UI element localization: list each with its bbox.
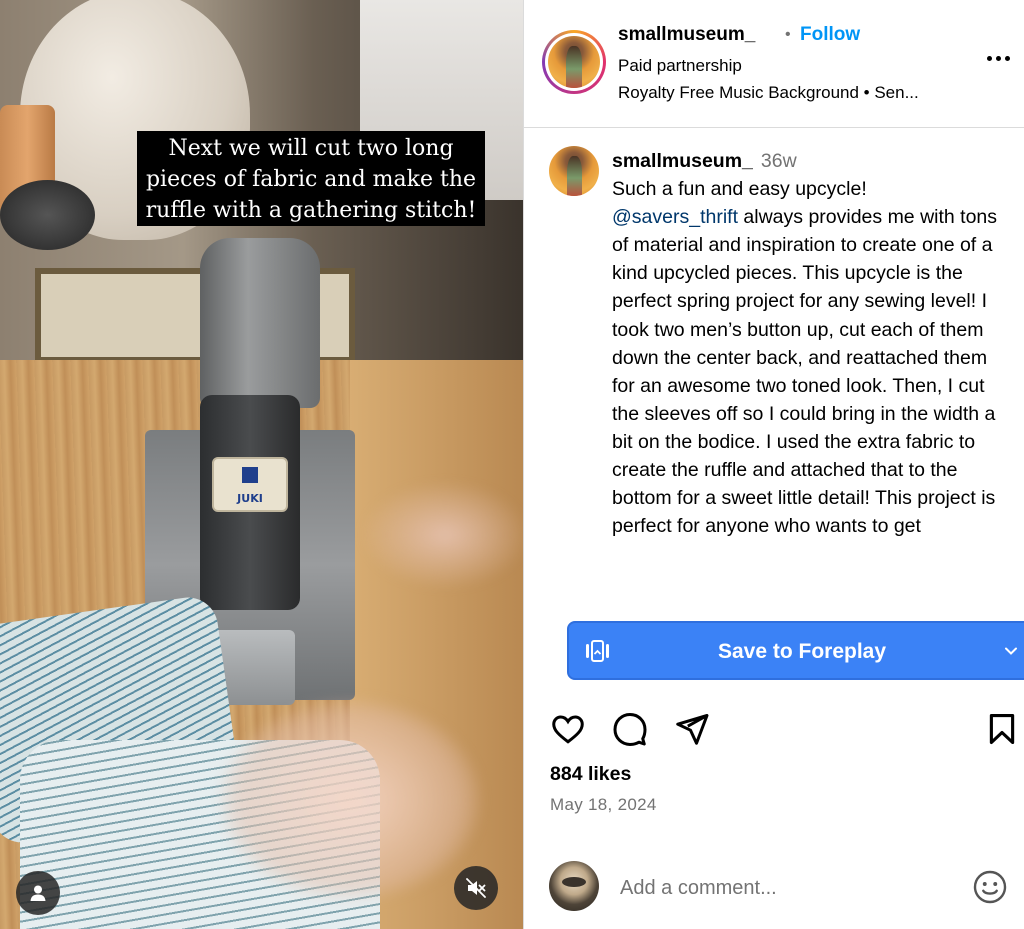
tagged-users-button[interactable]: [16, 871, 60, 915]
machine-badge-text: JUKI: [236, 492, 263, 505]
caption-mention-link[interactable]: @savers_thrift: [612, 206, 738, 228]
comment-icon: [613, 712, 647, 746]
music-attribution[interactable]: Royalty Free Music Background • Sen...: [618, 83, 919, 103]
comment-button[interactable]: [610, 709, 650, 749]
share-button[interactable]: [672, 709, 712, 749]
reel-video[interactable]: JUKI Next we will cut two long pieces of…: [0, 0, 523, 929]
video-stand: [0, 180, 95, 250]
current-user-avatar: [549, 861, 599, 911]
caption-first-line: Such a fun and easy upcycle!: [612, 178, 867, 201]
caption-author-avatar[interactable]: [549, 146, 599, 196]
video-hand-blur: [220, 700, 480, 900]
post-side-panel: smallmuseum_ • Follow Paid partnership R…: [523, 0, 1024, 929]
author-avatar-story-ring[interactable]: [542, 30, 606, 94]
post-date[interactable]: May 18, 2024: [550, 795, 657, 815]
share-icon: [676, 714, 709, 745]
more-icon: [987, 55, 992, 61]
caption-body: always provides me with tons of material…: [612, 206, 998, 538]
caption-text-block: smallmuseum_ 36w Such a fun and easy upcy…: [612, 147, 1012, 540]
chevron-down-icon[interactable]: [1001, 641, 1021, 661]
user-icon: [30, 885, 46, 901]
header-separator: •: [785, 26, 791, 43]
follow-button[interactable]: Follow: [800, 24, 860, 46]
author-username[interactable]: smallmuseum_: [618, 24, 755, 46]
like-button[interactable]: [548, 709, 588, 749]
video-caption-overlay: Next we will cut two long pieces of fabr…: [137, 131, 485, 226]
more-options-button[interactable]: [987, 48, 1017, 68]
save-to-foreplay-button[interactable]: Save to Foreplay: [567, 621, 1024, 680]
emoji-icon[interactable]: [972, 869, 1008, 905]
mute-button[interactable]: [454, 866, 498, 910]
post-header: smallmuseum_ • Follow Paid partnership R…: [524, 0, 1024, 128]
post-caption-section: smallmuseum_ 36w Such a fun and easy upcy…: [524, 128, 1024, 594]
heart-icon: [552, 715, 584, 744]
bookmark-icon: [989, 713, 1015, 745]
mute-icon: [466, 878, 486, 898]
video-machine-badge: JUKI: [212, 457, 288, 512]
caption-timestamp[interactable]: 36w: [761, 150, 797, 172]
save-to-foreplay-label: Save to Foreplay: [717, 640, 887, 663]
add-comment-input[interactable]: [620, 874, 950, 902]
save-post-button[interactable]: [982, 709, 1022, 749]
video-hand-blur-2: [360, 480, 523, 590]
likes-count[interactable]: 884 likes: [550, 763, 631, 786]
add-comment-bar: [524, 845, 1024, 929]
paid-partnership-label[interactable]: Paid partnership: [618, 56, 742, 76]
video-sewing-machine-head: [200, 238, 320, 408]
author-avatar: [548, 36, 600, 88]
caption-username[interactable]: smallmuseum_: [612, 150, 753, 172]
